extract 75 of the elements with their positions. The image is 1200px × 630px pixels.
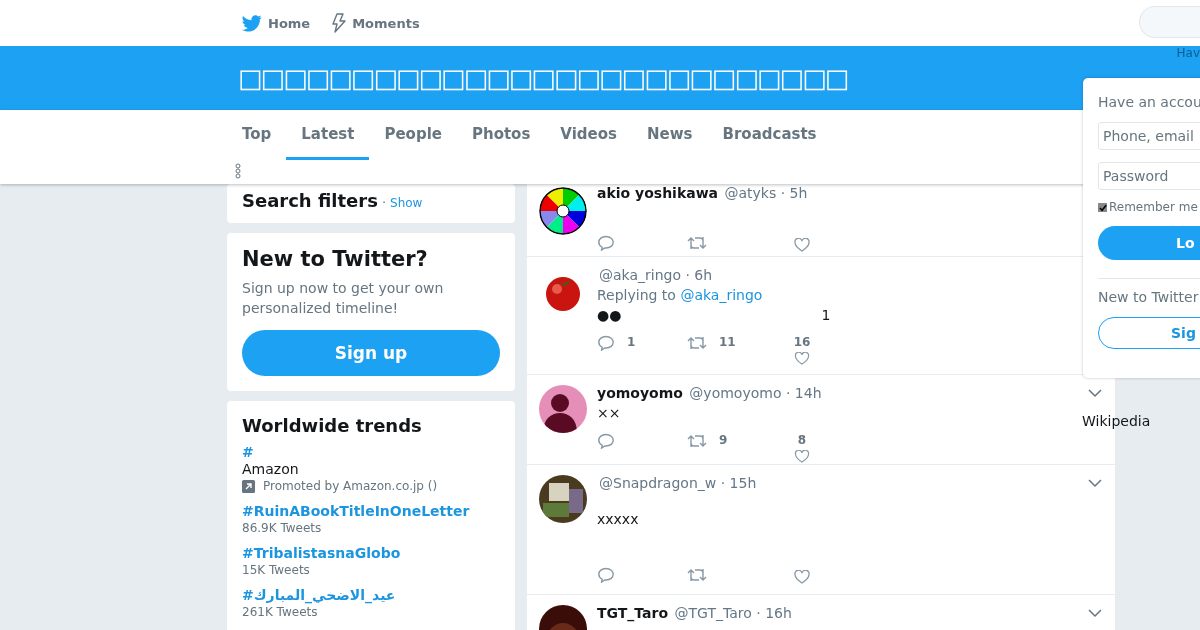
separator-dot: · <box>381 195 386 210</box>
heart-icon[interactable] <box>794 450 810 463</box>
remember-label: Remember me <box>1109 200 1198 214</box>
signup-button[interactable]: Sig <box>1098 317 1200 349</box>
mention-link[interactable]: @aka_ringo <box>680 287 763 303</box>
login-button[interactable]: Lo <box>1098 226 1200 260</box>
chevron-icon[interactable] <box>1088 609 1102 618</box>
filters-title: Search filters <box>242 190 378 211</box>
nav-link[interactable]: Moments <box>332 13 420 33</box>
search-tab[interactable]: Broadcasts <box>707 110 832 160</box>
user-name: TGT_Taro <box>597 605 669 621</box>
tweet-text: ●● <box>597 307 622 323</box>
retweet-icon[interactable] <box>687 335 707 351</box>
phone-field[interactable]: Phone, email <box>1098 122 1200 150</box>
trend-link[interactable]: #عيد_الاضحي_المبارك <box>242 587 396 603</box>
search-tab[interactable]: News <box>632 110 708 160</box>
retweet-count: 9 <box>719 433 728 447</box>
chevron-icon[interactable] <box>1088 479 1102 488</box>
search-tab[interactable]: Videos <box>545 110 632 160</box>
signup-button[interactable]: Sign up <box>242 330 500 376</box>
signup-text: Sign up now to get your own personalized timeline! <box>242 279 445 318</box>
search-tab[interactable]: People <box>369 110 457 160</box>
like-count: 16 <box>793 335 811 349</box>
handle-time: @yomoyomo · 14h <box>689 385 822 401</box>
like-count: 8 <box>797 433 807 447</box>
lightning-icon <box>332 13 347 33</box>
handle-time: @aka_ringo · 6h <box>599 267 713 283</box>
heart-icon[interactable] <box>794 570 810 584</box>
replying-label: Replying to <box>597 287 676 303</box>
tweet-text: xxxxx <box>597 511 639 527</box>
search-field[interactable] <box>1139 6 1200 38</box>
login-title: Have an accou <box>1098 94 1200 110</box>
heart-icon[interactable] <box>794 352 810 365</box>
reply-icon[interactable] <box>597 335 615 351</box>
search-tab[interactable]: Photos <box>456 110 546 160</box>
retweet-icon[interactable] <box>687 433 707 449</box>
search-tab[interactable]: Top <box>227 110 287 160</box>
trends-title: Worldwide trends <box>242 415 423 436</box>
search-tab[interactable]: Latest <box>286 110 370 160</box>
user-name: yomoyomo <box>597 385 683 401</box>
retweet-count: 11 <box>719 335 736 349</box>
chevron-icon[interactable] <box>1088 389 1102 398</box>
more-icon[interactable] <box>235 163 241 179</box>
tweet-text: ×× <box>597 405 621 421</box>
tweet-note: 1 <box>821 307 831 323</box>
trend-link[interactable]: # <box>242 444 254 460</box>
heart-icon[interactable] <box>794 238 810 252</box>
handle-time: @Snapdragon_w · 15h <box>599 475 757 491</box>
reply-icon[interactable] <box>597 235 615 251</box>
trend-link[interactable]: #RuinABookTitleInOneLetter <box>242 503 470 519</box>
show-link[interactable]: Show <box>390 196 423 210</box>
promoted-icon <box>242 479 255 493</box>
tweet-count: 261K Tweets <box>242 605 319 619</box>
trend-link[interactable]: #TribalistasnaGlobo <box>242 545 401 561</box>
nav-link[interactable]: Home <box>242 13 311 33</box>
tweet-count: 86.9K Tweets <box>242 521 323 535</box>
retweet-icon[interactable] <box>687 567 707 583</box>
search-title: □□□□□□□□□□□□□□□□□□□□□□□□□□□ <box>238 63 848 93</box>
account-hint: Hav <box>1176 46 1200 60</box>
reply-icon[interactable] <box>597 567 615 583</box>
retweet-icon[interactable] <box>687 235 707 251</box>
reply-count: 1 <box>627 335 636 349</box>
tweet-count: 15K Tweets <box>242 563 311 577</box>
handle-time: @TGT_Taro · 16h <box>674 605 792 621</box>
reply-icon[interactable] <box>597 433 615 449</box>
password-field[interactable]: Password <box>1098 162 1200 190</box>
promoted-label: Promoted by Amazon.co.jp () <box>263 479 438 493</box>
signup-prompt: New to Twitter <box>1098 278 1200 305</box>
signup-title: New to Twitter? <box>242 247 429 271</box>
bird-icon <box>242 14 262 32</box>
wikipedia-label: Wikipedia <box>1082 413 1151 429</box>
user-name: akio yoshikawa <box>597 185 719 201</box>
remember-checkbox[interactable] <box>1098 202 1107 212</box>
handle-time: @atyks · 5h <box>724 185 808 201</box>
trend-description: Amazon <box>242 461 300 477</box>
